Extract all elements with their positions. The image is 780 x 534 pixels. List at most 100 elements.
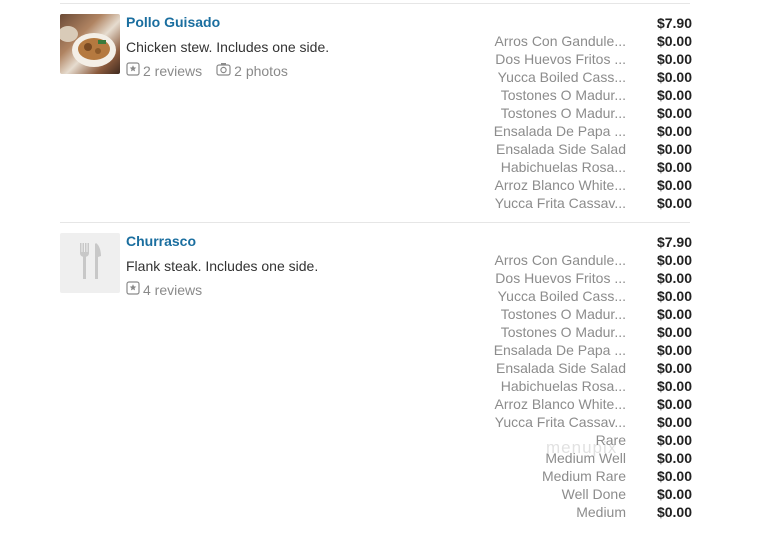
option-row: Habichuelas Rosa... $0.00	[455, 158, 695, 176]
option-price: $0.00	[656, 33, 692, 49]
option-row: Arroz Blanco White... $0.00	[455, 395, 695, 413]
option-row: Arroz Blanco White... $0.00	[455, 176, 695, 194]
divider	[60, 222, 690, 223]
option-price: $0.00	[656, 324, 692, 340]
option-price: $0.00	[656, 288, 692, 304]
option-price: $0.00	[656, 159, 692, 175]
item-name[interactable]: Pollo Guisado	[126, 14, 220, 30]
option-price: $0.00	[656, 450, 692, 466]
option-row: Medium $0.00	[455, 503, 695, 521]
option-row: Yucca Frita Cassav... $0.00	[455, 413, 695, 431]
option-row: Tostones O Madur... $0.00	[455, 104, 695, 122]
option-label: Ensalada Side Salad	[496, 360, 626, 376]
option-label: Yucca Boiled Cass...	[497, 69, 626, 85]
option-label: Yucca Boiled Cass...	[497, 288, 626, 304]
option-label: Tostones O Madur...	[500, 324, 626, 340]
option-price: $0.00	[656, 252, 692, 268]
item-description: Flank steak. Includes one side.	[126, 258, 319, 274]
option-label: Yucca Frita Cassav...	[494, 195, 626, 211]
option-row: Ensalada De Papa ... $0.00	[455, 341, 695, 359]
option-label: Tostones O Madur...	[500, 105, 626, 121]
option-label: Yucca Frita Cassav...	[494, 414, 626, 430]
divider-top	[60, 3, 690, 4]
camera-icon	[216, 62, 231, 79]
option-row: Yucca Boiled Cass... $0.00	[455, 68, 695, 86]
option-price: $0.00	[656, 414, 692, 430]
option-label: Arros Con Gandule...	[494, 33, 626, 49]
option-price: $0.00	[656, 177, 692, 193]
option-row: Ensalada Side Salad $0.00	[455, 140, 695, 158]
option-label: Tostones O Madur...	[500, 306, 626, 322]
option-price: $0.00	[656, 69, 692, 85]
option-label: Dos Huevos Fritos ...	[495, 51, 626, 67]
option-price: $0.00	[656, 396, 692, 412]
option-price: $0.00	[656, 141, 692, 157]
option-row: Tostones O Madur... $0.00	[455, 86, 695, 104]
option-label: Medium	[576, 504, 626, 520]
item-photo[interactable]	[60, 14, 120, 74]
option-label: Medium Rare	[541, 468, 626, 484]
option-row: Dos Huevos Fritos ... $0.00	[455, 50, 695, 68]
option-price: $0.00	[656, 105, 692, 121]
option-price: $0.00	[656, 378, 692, 394]
option-price: $0.00	[656, 486, 692, 502]
option-label: Ensalada Side Salad	[496, 141, 626, 157]
price-list: $7.90 Arros Con Gandule... $0.00 Dos Huev…	[455, 14, 695, 212]
option-price: $0.00	[656, 195, 692, 211]
item-photo-placeholder	[60, 233, 120, 293]
reviews-count: 4 reviews	[143, 281, 203, 298]
option-row: Habichuelas Rosa... $0.00	[455, 377, 695, 395]
option-row: Tostones O Madur... $0.00	[455, 305, 695, 323]
item-description: Chicken stew. Includes one side.	[126, 39, 330, 55]
price-list: $7.90 Arros Con Gandule... $0.00 Dos Huev…	[455, 233, 695, 521]
option-price: $0.00	[656, 87, 692, 103]
option-row: Dos Huevos Fritos ... $0.00	[455, 269, 695, 287]
option-label: Habichuelas Rosa...	[500, 159, 626, 175]
base-price: $7.90	[656, 15, 692, 31]
option-label: Tostones O Madur...	[500, 87, 626, 103]
star-square-icon	[126, 62, 140, 79]
option-price: $0.00	[656, 342, 692, 358]
item-meta: 4 reviews	[126, 281, 202, 298]
option-row: Well Done $0.00	[455, 485, 695, 503]
photos-count: 2 photos	[234, 62, 288, 79]
reviews-link[interactable]: 2 reviews	[126, 62, 202, 79]
option-label: Ensalada De Papa ...	[493, 123, 626, 139]
option-label: Habichuelas Rosa...	[500, 378, 626, 394]
option-row: Ensalada De Papa ... $0.00	[455, 122, 695, 140]
option-row: Arros Con Gandule... $0.00	[455, 251, 695, 269]
option-row: Tostones O Madur... $0.00	[455, 323, 695, 341]
watermark: menupix	[546, 438, 618, 457]
option-row: Yucca Boiled Cass... $0.00	[455, 287, 695, 305]
star-square-icon	[126, 281, 140, 298]
option-price: $0.00	[656, 432, 692, 448]
menu-item-pollo-guisado: Pollo Guisado Chicken stew. Includes one…	[60, 14, 695, 214]
option-label: Well Done	[561, 486, 626, 502]
reviews-link[interactable]: 4 reviews	[126, 281, 202, 298]
base-price-row: $7.90	[455, 14, 695, 32]
option-price: $0.00	[656, 306, 692, 322]
option-price: $0.00	[656, 51, 692, 67]
fork-knife-icon	[77, 241, 103, 286]
option-label: Ensalada De Papa ...	[493, 342, 626, 358]
option-label: Arroz Blanco White...	[494, 396, 627, 412]
reviews-count: 2 reviews	[143, 62, 203, 79]
option-price: $0.00	[656, 468, 692, 484]
option-label: Arroz Blanco White...	[494, 177, 627, 193]
option-label: Arros Con Gandule...	[494, 252, 626, 268]
option-price: $0.00	[656, 504, 692, 520]
option-row: Medium Rare $0.00	[455, 467, 695, 485]
option-row: Ensalada Side Salad $0.00	[455, 359, 695, 377]
photos-link[interactable]: 2 photos	[216, 62, 288, 79]
item-name[interactable]: Churrasco	[126, 233, 196, 249]
option-price: $0.00	[656, 270, 692, 286]
option-label: Dos Huevos Fritos ...	[495, 270, 626, 286]
base-price-row: $7.90	[455, 233, 695, 251]
option-row: Arros Con Gandule... $0.00	[455, 32, 695, 50]
option-price: $0.00	[656, 123, 692, 139]
option-row: Yucca Frita Cassav... $0.00	[455, 194, 695, 212]
menu-item-churrasco: Churrasco Flank steak. Includes one side…	[60, 233, 695, 523]
item-meta: 2 reviews 2 photos	[126, 62, 288, 79]
base-price: $7.90	[656, 234, 692, 250]
option-price: $0.00	[656, 360, 692, 376]
